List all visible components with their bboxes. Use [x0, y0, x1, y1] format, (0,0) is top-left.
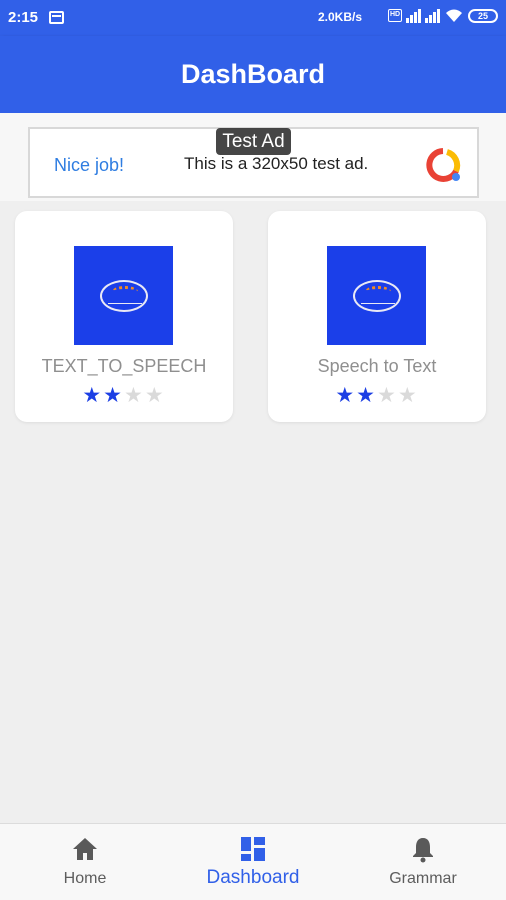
star-empty-icon: ★	[144, 384, 166, 407]
dashboard-icon	[241, 837, 265, 861]
network-speed: 2.0KB/s	[318, 10, 363, 24]
star-empty-icon: ★	[377, 384, 398, 407]
star-rating: ★★★★	[15, 383, 233, 408]
app-logo-icon	[352, 279, 401, 312]
nav-item-grammar[interactable]: Grammar	[358, 834, 488, 888]
status-icons: HD 25	[388, 8, 498, 23]
feature-card-text-to-speech[interactable]: TEXT_TO_SPEECH ★★★★	[15, 211, 233, 422]
star-filled-icon: ★	[335, 384, 357, 407]
hd-icon: HD	[388, 9, 402, 22]
bottom-navigation: Home Dashboard Grammar	[0, 823, 506, 900]
ad-text: This is a 320x50 test ad.	[184, 154, 369, 173]
app-bar: DashBoard	[0, 36, 506, 113]
nav-label-dashboard: Dashboard	[206, 867, 300, 888]
feature-card-speech-to-text[interactable]: Speech to Text ★★★★	[268, 211, 486, 422]
nav-label-grammar: Grammar	[389, 870, 457, 887]
test-ad-badge: Test Ad	[216, 128, 291, 155]
ad-logo-icon	[426, 148, 461, 182]
card-title: Speech to Text	[317, 356, 437, 376]
app-logo-icon	[99, 279, 148, 312]
card-title: TEXT_TO_SPEECH	[41, 356, 207, 376]
wifi-icon	[446, 9, 462, 22]
bell-icon	[413, 838, 433, 863]
star-filled-icon: ★	[82, 384, 104, 407]
ad-cta-text[interactable]: Nice job!	[54, 155, 124, 176]
status-time: 2:15	[8, 9, 39, 26]
nav-item-dashboard[interactable]: Dashboard	[188, 834, 318, 889]
calendar-icon	[49, 11, 64, 24]
battery-icon: 25	[468, 8, 498, 23]
star-filled-icon: ★	[356, 384, 377, 407]
nav-label-home: Home	[63, 870, 107, 887]
star-empty-icon: ★	[397, 384, 419, 407]
card-image	[74, 246, 173, 345]
nav-item-home[interactable]: Home	[20, 834, 150, 888]
ad-banner-container: Nice job! This is a 320x50 test ad.	[0, 113, 506, 201]
star-rating: ★★★★	[268, 383, 486, 408]
card-image	[327, 246, 426, 345]
star-empty-icon: ★	[124, 384, 145, 407]
status-bar: 2:15 2.0KB/s HD 25	[0, 0, 506, 36]
star-filled-icon: ★	[103, 384, 124, 407]
signal-icon	[425, 8, 440, 23]
page-title: DashBoard	[180, 59, 326, 89]
home-icon	[73, 838, 97, 860]
signal-icon	[406, 8, 421, 23]
